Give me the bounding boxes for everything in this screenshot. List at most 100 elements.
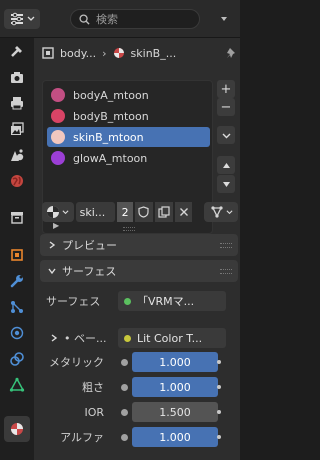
base-color-value: Lit Color T... <box>137 331 203 345</box>
socket-dot-icon <box>118 427 130 447</box>
world-icon <box>11 175 23 187</box>
object-icon <box>42 47 54 59</box>
base-color-row: • ベー... Lit Color T... <box>40 328 238 348</box>
fake-user-button[interactable] <box>135 202 153 222</box>
breadcrumb-object: body... <box>60 46 97 60</box>
tab-material[interactable] <box>4 416 30 442</box>
material-preview-thumbnail <box>51 130 65 144</box>
roughness-slider[interactable]: 1.000 <box>132 377 218 397</box>
tab-particles[interactable] <box>4 294 30 320</box>
tab-object[interactable] <box>4 242 30 268</box>
filter-menu-button[interactable] <box>214 9 234 29</box>
material-sphere-icon <box>47 206 60 218</box>
tab-collection[interactable] <box>4 204 30 230</box>
material-slot-item[interactable]: glowA_mtoon <box>47 148 210 168</box>
socket-dot-icon <box>118 377 130 397</box>
constraints-icon <box>10 352 24 366</box>
base-color-field[interactable]: Lit Color T... <box>118 328 226 348</box>
ior-field[interactable]: 1.500 <box>132 402 218 422</box>
tab-constraints[interactable] <box>4 346 30 372</box>
editor-type-button[interactable] <box>4 9 40 29</box>
alpha-slider[interactable]: 1.000 <box>132 427 218 447</box>
browse-material-button[interactable] <box>42 202 74 222</box>
duplicate-icon <box>158 206 170 218</box>
alpha-row: アルファ 1.000 <box>40 427 238 447</box>
surface-shader-value: 「VRMマ... <box>137 295 195 308</box>
add-slot-button[interactable]: + <box>217 80 235 98</box>
material-slot-item-selected[interactable]: skinB_mtoon <box>47 127 210 147</box>
plus-icon: + <box>220 81 232 97</box>
tab-physics[interactable] <box>4 320 30 346</box>
output-printer-icon <box>11 97 23 110</box>
material-slot-item[interactable]: bodyA_mtoon <box>47 85 210 105</box>
move-slot-up-button[interactable] <box>217 156 235 174</box>
metallic-slider[interactable]: 1.000 <box>132 352 218 372</box>
link-data-button[interactable] <box>204 202 239 222</box>
move-slot-down-button[interactable] <box>217 175 235 193</box>
panel-title: サーフェス <box>62 265 117 278</box>
search-input[interactable] <box>96 12 196 26</box>
surface-panel-header[interactable]: サーフェス <box>40 260 238 282</box>
surface-shader-field[interactable]: 「VRMマ... <box>118 291 226 311</box>
socket-dot-icon <box>118 352 130 372</box>
panel-drag-grip[interactable] <box>220 268 232 274</box>
collection-box-icon <box>11 212 23 224</box>
alpha-label: アルファ <box>60 431 104 444</box>
node-link-icon <box>211 206 223 218</box>
pin-icon[interactable] <box>226 47 238 59</box>
unlink-material-button[interactable] <box>174 202 193 222</box>
roughness-row: 粗さ 1.000 <box>40 377 238 397</box>
keyframe-dot-icon[interactable] <box>216 402 222 422</box>
keyframe-dot-icon[interactable] <box>216 352 222 372</box>
user-count-badge[interactable]: 2 <box>117 202 134 222</box>
duplicate-material-button[interactable] <box>154 202 173 222</box>
tab-scene[interactable] <box>4 142 30 168</box>
material-slot-item[interactable]: bodyB_mtoon <box>47 106 210 126</box>
material-name-field[interactable]: ski... <box>75 202 116 222</box>
panel-title: プレビュー <box>62 239 117 252</box>
properties-header <box>0 0 240 38</box>
base-color-label: • ベー... <box>64 332 107 345</box>
material-slot-name: bodyB_mtoon <box>73 109 149 123</box>
keyframe-dot-icon[interactable] <box>216 427 222 447</box>
material-slot-name: skinB_mtoon <box>73 130 144 144</box>
tab-world[interactable] <box>4 168 30 194</box>
search-icon <box>79 13 90 25</box>
remove-slot-button[interactable]: − <box>217 98 235 116</box>
chevron-right-icon <box>49 241 56 249</box>
tab-view-layer[interactable] <box>4 116 30 142</box>
breadcrumb: body... › skinB_... <box>42 42 238 64</box>
search-field[interactable] <box>70 9 200 29</box>
socket-dot-icon <box>118 402 130 422</box>
close-icon <box>179 208 188 216</box>
tab-output[interactable] <box>4 90 30 116</box>
preview-panel-header[interactable]: プレビュー <box>40 234 238 256</box>
ior-label: IOR <box>84 405 104 419</box>
panel-drag-grip[interactable] <box>220 242 232 248</box>
keyframe-dot-icon[interactable] <box>216 377 222 397</box>
material-slot-name: bodyA_mtoon <box>73 88 149 102</box>
mesh-data-icon <box>9 377 25 392</box>
color-socket-icon <box>124 334 131 342</box>
tab-tool[interactable] <box>4 38 30 64</box>
minus-icon: − <box>220 99 232 115</box>
chevron-right-icon[interactable] <box>50 334 58 342</box>
surface-shader-row: サーフェス 「VRMマ... <box>40 291 238 311</box>
tab-render[interactable] <box>4 64 30 90</box>
tab-modifiers[interactable] <box>4 268 30 294</box>
properties-tab-bar <box>0 38 34 460</box>
ior-row: IOR 1.500 <box>40 402 238 422</box>
tab-object-data[interactable] <box>4 372 30 398</box>
slot-specials-button[interactable] <box>217 126 235 144</box>
physics-icon <box>10 326 24 340</box>
list-resize-grip[interactable] <box>123 227 135 231</box>
chevron-down-icon <box>27 16 34 21</box>
particles-icon <box>11 301 23 313</box>
material-sphere-icon <box>113 48 124 58</box>
material-preview-thumbnail <box>51 151 65 165</box>
surface-label: サーフェス <box>46 295 101 308</box>
chevron-down-icon <box>48 268 56 275</box>
triangle-up-icon <box>222 162 230 168</box>
chevron-down-icon <box>226 209 233 214</box>
tool-icon <box>11 46 22 57</box>
